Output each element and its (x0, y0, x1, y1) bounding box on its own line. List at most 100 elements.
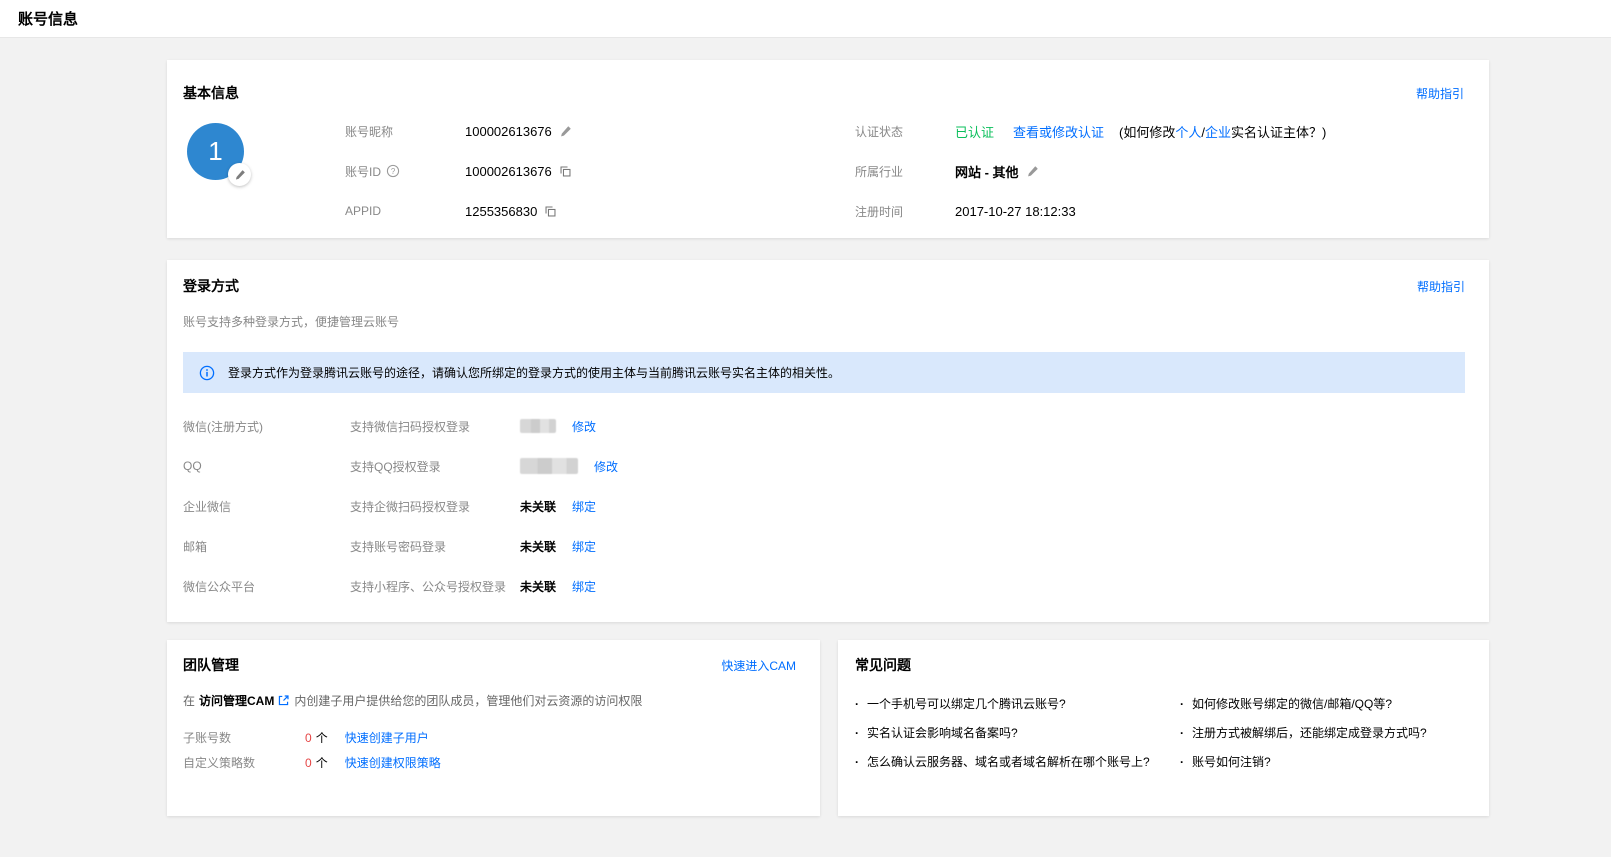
login-info-banner: 登录方式作为登录腾讯云账号的途径，请确认您所绑定的登录方式的使用主体与当前腾讯云… (183, 352, 1465, 393)
register-time-row: 注册时间 2017-10-27 18:12:33 (855, 191, 1464, 231)
svg-text:?: ? (391, 167, 396, 176)
industry-value: 网站 - 其他 (955, 162, 1019, 181)
login-method-desc: 支持微信扫码授权登录 (350, 418, 520, 435)
faq-item[interactable]: ·注册方式被解绑后，还能绑定成登录方式吗? (1180, 718, 1473, 747)
sub-accounts-label: 子账号数 (183, 729, 305, 746)
basic-info-card: 基本信息 帮助指引 1 账号昵称 100002613676 (167, 60, 1489, 238)
custom-policies-unit: 个 (316, 754, 328, 771)
edit-industry-icon[interactable] (1026, 165, 1039, 178)
appid-value: 1255356830 (465, 204, 537, 219)
question-circle-icon[interactable]: ? (386, 164, 400, 178)
custom-policies-label: 自定义策略数 (183, 754, 305, 771)
sub-accounts-count: 0 (305, 731, 312, 745)
avatar[interactable]: 1 (187, 123, 244, 180)
team-management-card: 团队管理 快速进入CAM 在访问管理CAM内创建子用户提供给您的团队成员，管理他… (167, 640, 820, 816)
nickname-row: 账号昵称 100002613676 (345, 111, 855, 151)
pencil-icon (234, 169, 246, 181)
login-method-desc: 支持QQ授权登录 (350, 458, 520, 475)
enterprise-auth-link[interactable]: 企业 (1205, 125, 1231, 140)
redacted-value (520, 458, 578, 474)
login-row-wecom: 企业微信 支持企微扫码授权登录 未关联 绑定 (183, 486, 1465, 526)
enter-cam-link[interactable]: 快速进入CAM (721, 657, 796, 674)
bullet-icon: · (1180, 755, 1192, 769)
view-modify-auth-link[interactable]: 查看或修改认证 (1013, 122, 1104, 141)
login-method-name: 微信公众平台 (183, 578, 350, 595)
modify-qq-link[interactable]: 修改 (594, 458, 618, 475)
login-method-desc: 支持小程序、公众号授权登录 (350, 578, 520, 595)
avatar-edit-button[interactable] (228, 163, 251, 186)
nickname-label: 账号昵称 (345, 123, 465, 140)
login-method-status: 未关联 (520, 538, 556, 555)
faq-item-label: 实名认证会影响域名备案吗? (867, 724, 1018, 741)
login-method-status: 未关联 (520, 578, 556, 595)
redacted-value (520, 419, 556, 433)
cam-console-link[interactable]: 访问管理CAM (199, 692, 290, 709)
login-row-wechat-official: 微信公众平台 支持小程序、公众号授权登录 未关联 绑定 (183, 566, 1465, 606)
faq-item-label: 一个手机号可以绑定几个腾讯云账号? (867, 695, 1066, 712)
login-methods-help-link[interactable]: 帮助指引 (1417, 278, 1465, 295)
auth-paren-close: 实名认证主体？) (1231, 125, 1326, 140)
copy-account-id-icon[interactable] (559, 165, 572, 178)
faq-title: 常见问题 (855, 655, 911, 675)
faq-item[interactable]: ·一个手机号可以绑定几个腾讯云账号? (855, 689, 1180, 718)
bind-email-link[interactable]: 绑定 (572, 538, 596, 555)
login-banner-text: 登录方式作为登录腾讯云账号的途径，请确认您所绑定的登录方式的使用主体与当前腾讯云… (228, 364, 840, 381)
faq-item-label: 怎么确认云服务器、域名或者域名解析在哪个账号上? (867, 753, 1150, 770)
bullet-icon: · (855, 755, 867, 769)
register-time-value: 2017-10-27 18:12:33 (955, 204, 1076, 219)
auth-paren-open: (如何修改 (1119, 125, 1175, 140)
login-method-name: 邮箱 (183, 538, 350, 555)
industry-label: 所属行业 (855, 163, 955, 180)
faq-item-label: 注册方式被解绑后，还能绑定成登录方式吗? (1192, 724, 1427, 741)
edit-nickname-icon[interactable] (559, 125, 572, 138)
login-method-name: 企业微信 (183, 498, 350, 515)
team-desc-suffix: 内创建子用户提供给您的团队成员，管理他们对云资源的访问权限 (294, 692, 642, 709)
custom-policies-count: 0 (305, 756, 312, 770)
faq-item-label: 如何修改账号绑定的微信/邮箱/QQ等? (1192, 695, 1392, 712)
login-methods-card: 登录方式 帮助指引 账号支持多种登录方式，便捷管理云账号 登录方式作为登录腾讯云… (167, 260, 1489, 622)
login-row-qq: QQ 支持QQ授权登录 修改 (183, 446, 1465, 486)
sub-accounts-row: 子账号数 0 个 快速创建子用户 (183, 725, 796, 750)
bullet-icon: · (855, 726, 867, 740)
faq-card: 常见问题 ·一个手机号可以绑定几个腾讯云账号? ·实名认证会影响域名备案吗? ·… (838, 640, 1489, 816)
faq-item-label: 账号如何注销? (1192, 753, 1271, 770)
login-method-desc: 支持账号密码登录 (350, 538, 520, 555)
auth-status-label: 认证状态 (855, 123, 955, 140)
industry-row: 所属行业 网站 - 其他 (855, 151, 1464, 191)
custom-policies-row: 自定义策略数 0 个 快速创建权限策略 (183, 750, 796, 775)
nickname-value: 100002613676 (465, 124, 552, 139)
create-sub-user-link[interactable]: 快速创建子用户 (345, 729, 429, 746)
faq-item[interactable]: ·如何修改账号绑定的微信/邮箱/QQ等? (1180, 689, 1473, 718)
login-method-status: 未关联 (520, 498, 556, 515)
personal-auth-link[interactable]: 个人 (1175, 125, 1201, 140)
login-methods-subtitle: 账号支持多种登录方式，便捷管理云账号 (183, 313, 1465, 330)
login-method-name: 微信(注册方式) (183, 418, 350, 435)
bind-wechat-official-link[interactable]: 绑定 (572, 578, 596, 595)
team-management-title: 团队管理 (183, 655, 239, 675)
login-row-wechat: 微信(注册方式) 支持微信扫码授权登录 修改 (183, 406, 1465, 446)
create-policy-link[interactable]: 快速创建权限策略 (345, 754, 441, 771)
faq-item[interactable]: ·实名认证会影响域名备案吗? (855, 718, 1180, 747)
appid-row: APPID 1255356830 (345, 191, 855, 231)
avatar-initial: 1 (208, 136, 222, 167)
modify-wechat-link[interactable]: 修改 (572, 418, 596, 435)
account-id-label: 账号ID (345, 163, 381, 180)
appid-label: APPID (345, 204, 465, 218)
faq-item[interactable]: ·怎么确认云服务器、域名或者域名解析在哪个账号上? (855, 747, 1180, 776)
login-method-desc: 支持企微扫码授权登录 (350, 498, 520, 515)
login-row-email: 邮箱 支持账号密码登录 未关联 绑定 (183, 526, 1465, 566)
bullet-icon: · (855, 697, 867, 711)
bullet-icon: · (1180, 697, 1192, 711)
sub-accounts-unit: 个 (316, 729, 328, 746)
basic-info-help-link[interactable]: 帮助指引 (1416, 85, 1464, 102)
bullet-icon: · (1180, 726, 1192, 740)
account-id-value: 100002613676 (465, 164, 552, 179)
external-link-icon (277, 694, 290, 707)
login-methods-title: 登录方式 (183, 276, 239, 296)
bind-wecom-link[interactable]: 绑定 (572, 498, 596, 515)
page-title: 账号信息 (18, 8, 78, 29)
copy-appid-icon[interactable] (544, 205, 557, 218)
account-id-row: 账号ID ? 100002613676 (345, 151, 855, 191)
login-method-name: QQ (183, 459, 350, 473)
faq-item[interactable]: ·账号如何注销? (1180, 747, 1473, 776)
